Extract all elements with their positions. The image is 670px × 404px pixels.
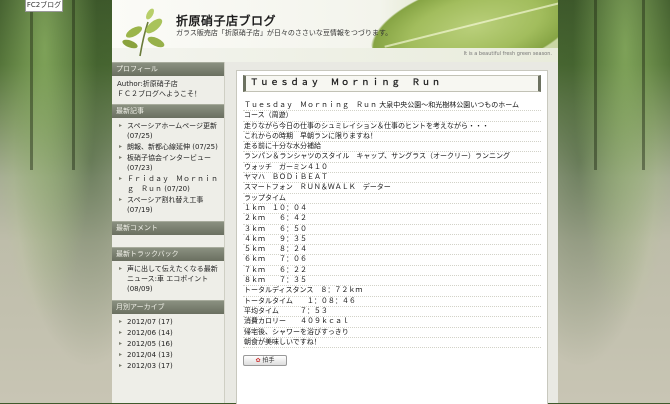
clap-label: 拍手	[262, 357, 275, 365]
archive-link[interactable]: 2012/05 (16)	[117, 339, 220, 349]
article-line: ２ｋｍ ６：４２	[243, 214, 541, 225]
article-line: コース（周遊）	[243, 111, 541, 122]
trackback-date: (08/09)	[127, 285, 153, 293]
trackback-item[interactable]: 声に出して伝えたくなる最新ニュース:車 エコポイント (08/09)	[117, 264, 220, 294]
article-line: 平均タイム ７：５３	[243, 307, 541, 318]
tree-trunk	[642, 0, 645, 170]
sidebar-heading-recent-posts: 最新記事	[112, 104, 224, 118]
blog-header: 折原硝子店ブログ ガラス販売店「折原硝子店」が日々のささいな豆情報をつづります。…	[112, 0, 558, 62]
sidebar-heading-archives: 月別アーカイブ	[112, 300, 224, 314]
recent-post-date: (07/23)	[127, 164, 153, 172]
article-title[interactable]: Ｔｕｅｓｄａｙ Ｍｏｒｎｉｎｇ Ｒｕｎ	[243, 75, 541, 92]
sidebar: プロフィール Author:折原硝子店 ＦＣ２ブログへようこそ！ 最新記事 スペ…	[112, 62, 225, 403]
article-line: トータルディスタンス ８：７２ｋｍ	[243, 286, 541, 297]
sprout-logo-icon	[122, 8, 165, 57]
trackback-link[interactable]: 声に出して伝えたくなる最新ニュース:車 エコポイント	[127, 265, 218, 283]
article-line: ヤマハ ＢＯＤｉＢＥＡＴ	[243, 173, 541, 184]
sidebar-heading-profile: プロフィール	[112, 62, 224, 76]
article-line: ラップタイム	[243, 194, 541, 204]
recent-trackbacks-section: 声に出して伝えたくなる最新ニュース:車 エコポイント (08/09)	[112, 261, 224, 300]
clap-icon: ✿	[255, 357, 261, 365]
tree-trunk	[30, 0, 33, 170]
blog-article: Ｔｕｅｓｄａｙ Ｍｏｒｎｉｎｇ Ｒｕｎ Ｔｕｅｓｄａｙ Ｍｏｒｎｉｎｇ Ｒｕｎ …	[236, 70, 548, 404]
article-line: 朝食が美味しいですね！	[243, 338, 541, 349]
forest-background-left	[0, 0, 112, 403]
article-line: これからの時期 早朝ランに限りますね！	[243, 132, 541, 143]
blog-description: ガラス販売店「折原硝子店」が日々のささいな豆情報をつづります。	[176, 29, 393, 37]
archives-section: 2012/07 (17) 2012/06 (14) 2012/05 (16) 2…	[112, 314, 224, 377]
article-line: ５ｋｍ ８：２４	[243, 245, 541, 256]
archive-link[interactable]: 2012/06 (14)	[117, 328, 220, 338]
article-line: 走りながら今日の仕事のシュミレイション＆仕事のヒントを考えながら・・・	[243, 122, 541, 132]
article-body: Ｔｕｅｓｄａｙ Ｍｏｒｎｉｎｇ Ｒｕｎ 大泉中央公園〜和光樹林公園いつものホーム…	[243, 101, 541, 367]
article-line: トータルタイム １：０８：４６	[243, 297, 541, 307]
recent-post-link[interactable]: スペーシア割れ替え工事	[127, 196, 203, 204]
article-line: ３ｋｍ ６：５０	[243, 225, 541, 235]
article-line: ウォッチ ガーミン４１０	[243, 163, 541, 174]
archive-link[interactable]: 2012/07 (17)	[117, 317, 220, 327]
recent-post-item[interactable]: スペーシア割れ替え工事 (07/19)	[117, 195, 220, 215]
article-line: １ｋｍ １０：０４	[243, 204, 541, 215]
recent-post-item[interactable]: スペーシアホームページ更新 (07/25)	[117, 121, 220, 141]
article-line: 走る前に十分な水分補給	[243, 142, 541, 153]
recent-post-link[interactable]: 板硝子協会インタービュー	[127, 154, 211, 162]
blog-title[interactable]: 折原硝子店ブログ	[176, 12, 276, 29]
recent-post-item[interactable]: 朗報、新都心線延伸 (07/25)	[117, 142, 220, 152]
recent-post-date: (07/20)	[164, 185, 190, 193]
recent-comments-section	[112, 235, 224, 247]
article-line: 帰宅後、シャワーを浴びすっきり	[243, 328, 541, 338]
fc2-blog-link[interactable]: FC2ブログ	[25, 0, 63, 12]
tree-trunk	[594, 0, 597, 170]
article-line: Ｔｕｅｓｄａｙ Ｍｏｒｎｉｎｇ Ｒｕｎ 大泉中央公園〜和光樹林公園いつものホーム	[243, 101, 541, 112]
recent-post-item[interactable]: 板硝子協会インタービュー (07/23)	[117, 153, 220, 173]
article-line: ６ｋｍ ７：０６	[243, 255, 541, 266]
clap-button[interactable]: ✿ 拍手	[243, 355, 287, 367]
recent-post-item[interactable]: Ｆｒｉｄａｙ Ｍｏｒｎｉｎｇ Ｒｕｎ (07/20)	[117, 174, 220, 194]
article-line: ４ｋｍ ９：３５	[243, 235, 541, 246]
profile-section: Author:折原硝子店 ＦＣ２ブログへようこそ！	[112, 76, 224, 104]
article-line: 消費カロリー ４０９ｋｃａｌ	[243, 317, 541, 328]
article-line: ７ｋｍ ６：２２	[243, 266, 541, 277]
article-line: ８ｋｍ ７：３５	[243, 276, 541, 287]
header-tagline: It is a beautiful fresh green season.	[463, 51, 552, 57]
tree-trunk	[72, 0, 75, 170]
article-line: スマートフォン ＲＵＮ＆ＷＡＬＫ データー	[243, 183, 541, 194]
forest-background-right	[558, 0, 670, 403]
profile-greeting: ＦＣ２ブログへようこそ！	[117, 90, 201, 98]
sidebar-heading-recent-comments: 最新コメント	[112, 221, 224, 235]
recent-post-date: (07/19)	[127, 206, 153, 214]
recent-posts-section: スペーシアホームページ更新 (07/25) 朗報、新都心線延伸 (07/25) …	[112, 118, 224, 221]
recent-post-link[interactable]: スペーシアホームページ更新	[127, 122, 217, 130]
recent-post-link[interactable]: 朗報、新都心線延伸	[127, 143, 190, 151]
article-line: ランパン＆ランシャツのスタイル キャップ、サングラス（オークリー）ランニング	[243, 152, 541, 163]
profile-author: Author:折原硝子店	[117, 80, 178, 88]
sidebar-heading-recent-trackbacks: 最新トラックバック	[112, 247, 224, 261]
recent-post-date: (07/25)	[192, 143, 218, 151]
archive-link[interactable]: 2012/04 (13)	[117, 350, 220, 360]
recent-post-date: (07/25)	[127, 132, 153, 140]
archive-link[interactable]: 2012/03 (17)	[117, 361, 220, 371]
